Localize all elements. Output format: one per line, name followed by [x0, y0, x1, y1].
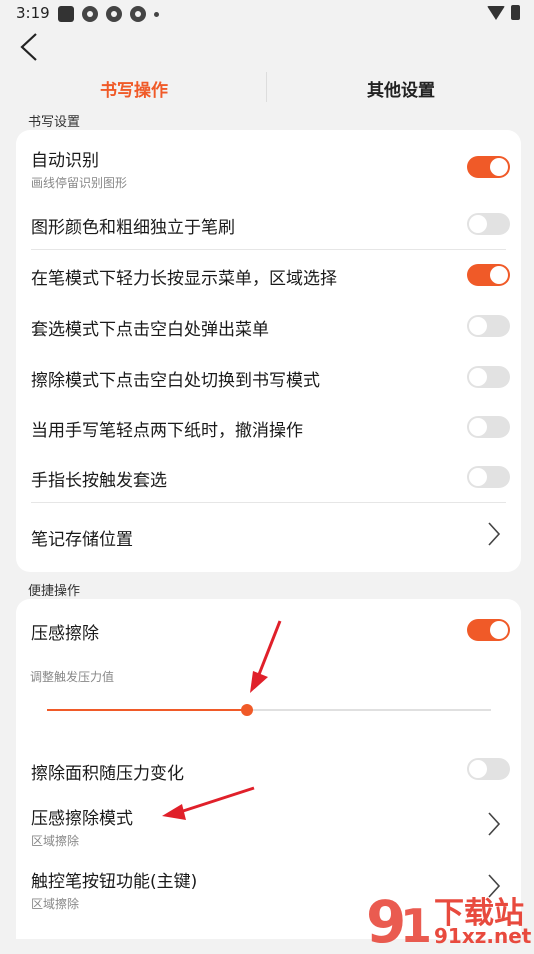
watermark-logo: 9 1 下载站 91xz.net — [362, 886, 532, 954]
app-notification-icon — [82, 6, 98, 22]
chevron-right-icon — [488, 522, 501, 546]
pressure-erase-toggle[interactable] — [467, 619, 510, 641]
back-arrow-icon — [20, 33, 37, 61]
setting-row-finger-lasso[interactable]: 手指长按触发套选 — [16, 450, 521, 502]
battery-icon — [511, 5, 520, 20]
notification-icons — [58, 6, 159, 22]
section-label-shortcut: 便捷操作 — [28, 584, 81, 599]
slider-fill — [47, 709, 247, 711]
tab-divider — [266, 72, 267, 102]
setting-subtitle: 画线停留识别图形 — [31, 176, 128, 190]
light-press-menu-toggle[interactable] — [467, 264, 510, 286]
app-notification-icon — [58, 6, 74, 22]
setting-row-lasso-tap-menu[interactable]: 套选模式下点击空白处弹出菜单 — [16, 300, 521, 350]
setting-title: 擦除面积随压力变化 — [31, 764, 184, 784]
svg-text:1: 1 — [400, 899, 432, 950]
watermark-url: 91xz.net — [434, 924, 532, 948]
setting-title: 在笔模式下轻力长按显示菜单，区域选择 — [31, 269, 337, 289]
setting-title: 触控笔按钮功能(主键) — [31, 872, 198, 892]
setting-row-area-follow-pressure[interactable]: 擦除面积随压力变化 — [16, 744, 521, 794]
setting-title: 自动识别 — [31, 151, 99, 171]
setting-row-erase-tap-switch[interactable]: 擦除模式下点击空白处切换到书写模式 — [16, 350, 521, 400]
more-notifications-icon — [154, 11, 159, 17]
setting-subtitle: 区域擦除 — [31, 834, 80, 848]
setting-title: 压感擦除模式 — [31, 809, 133, 829]
back-button[interactable] — [16, 30, 46, 64]
double-tap-undo-toggle[interactable] — [467, 416, 510, 438]
tab-writing-operations[interactable]: 书写操作 — [100, 76, 168, 101]
chevron-right-icon — [488, 812, 501, 836]
pressure-threshold-slider[interactable] — [47, 704, 491, 716]
setting-title: 笔记存储位置 — [31, 530, 133, 550]
area-follow-pressure-toggle[interactable] — [467, 758, 510, 780]
lasso-tap-menu-toggle[interactable] — [467, 315, 510, 337]
tab-other-settings[interactable]: 其他设置 — [367, 76, 435, 101]
setting-row-pressure-erase-mode[interactable]: 压感擦除模式 区域擦除 — [16, 794, 521, 854]
shape-color-toggle[interactable] — [467, 213, 510, 235]
status-time: 3:19 — [16, 4, 50, 22]
setting-title: 手指长按触发套选 — [31, 471, 167, 491]
setting-row-shape-color[interactable]: 图形颜色和粗细独立于笔刷 — [16, 196, 521, 248]
setting-row-auto-recognize[interactable]: 自动识别 画线停留识别图形 — [16, 130, 521, 196]
setting-row-storage-location[interactable]: 笔记存储位置 — [16, 503, 521, 569]
app-notification-icon — [106, 6, 122, 22]
setting-title: 当用手写笔轻点两下纸时，撤消操作 — [31, 421, 303, 441]
setting-row-light-press-menu[interactable]: 在笔模式下轻力长按显示菜单，区域选择 — [16, 250, 521, 300]
erase-tap-switch-toggle[interactable] — [467, 366, 510, 388]
app-notification-icon — [130, 6, 146, 22]
setting-title: 套选模式下点击空白处弹出菜单 — [31, 320, 269, 340]
writing-settings-card: 自动识别 画线停留识别图形 图形颜色和粗细独立于笔刷 在笔模式下轻力长按显示菜单… — [16, 130, 521, 572]
setting-subtitle: 区域擦除 — [31, 897, 80, 911]
slider-thumb[interactable] — [240, 704, 253, 716]
slider-label: 调整触发压力值 — [30, 670, 115, 684]
annotation-arrow-icon — [250, 620, 282, 693]
wifi-icon — [487, 5, 505, 20]
setting-title: 压感擦除 — [31, 624, 99, 644]
annotation-arrow-icon — [162, 786, 255, 820]
status-bar: 3:19 — [0, 0, 534, 28]
setting-title: 擦除模式下点击空白处切换到书写模式 — [31, 371, 320, 391]
auto-recognize-toggle[interactable] — [467, 156, 510, 178]
setting-title: 图形颜色和粗细独立于笔刷 — [31, 218, 235, 238]
section-label-writing: 书写设置 — [28, 115, 81, 130]
finger-lasso-toggle[interactable] — [467, 466, 510, 488]
tab-bar: 书写操作 其他设置 — [0, 70, 534, 104]
setting-row-double-tap-undo[interactable]: 当用手写笔轻点两下纸时，撤消操作 — [16, 400, 521, 450]
